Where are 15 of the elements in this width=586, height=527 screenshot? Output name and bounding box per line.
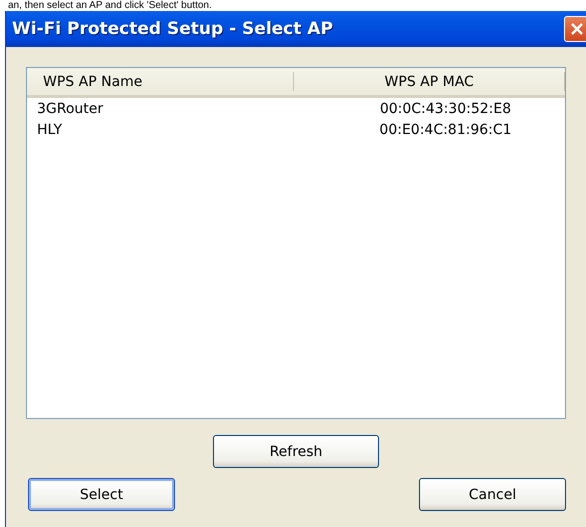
- table-cell: 3GRouter: [37, 100, 104, 116]
- table-cell: 00:E0:4C:81:96:C1: [379, 122, 512, 138]
- cancel-button[interactable]: Cancel: [419, 478, 566, 511]
- table-cell: 00:0C:43:30:52:E8: [380, 100, 512, 116]
- close-button[interactable]: [564, 16, 586, 42]
- close-icon: [570, 22, 584, 36]
- refresh-button[interactable]: Refresh: [213, 435, 379, 468]
- ap-row[interactable]: HLY 00:E0:4C:81:96:C1: [27, 119, 565, 140]
- select-button[interactable]: Select: [28, 478, 175, 511]
- instruction-text: an, then select an AP and click 'Select' button.: [7, 0, 213, 11]
- column-header[interactable]: WPS AP MAC: [294, 72, 565, 91]
- window-title: Wi-Fi Protected Setup - Select AP: [12, 19, 333, 39]
- table-cell: HLY: [37, 122, 62, 138]
- column-header[interactable]: WPS AP Name: [27, 72, 294, 91]
- ap-row[interactable]: 3GRouter 00:0C:43:30:52:E8: [27, 98, 565, 119]
